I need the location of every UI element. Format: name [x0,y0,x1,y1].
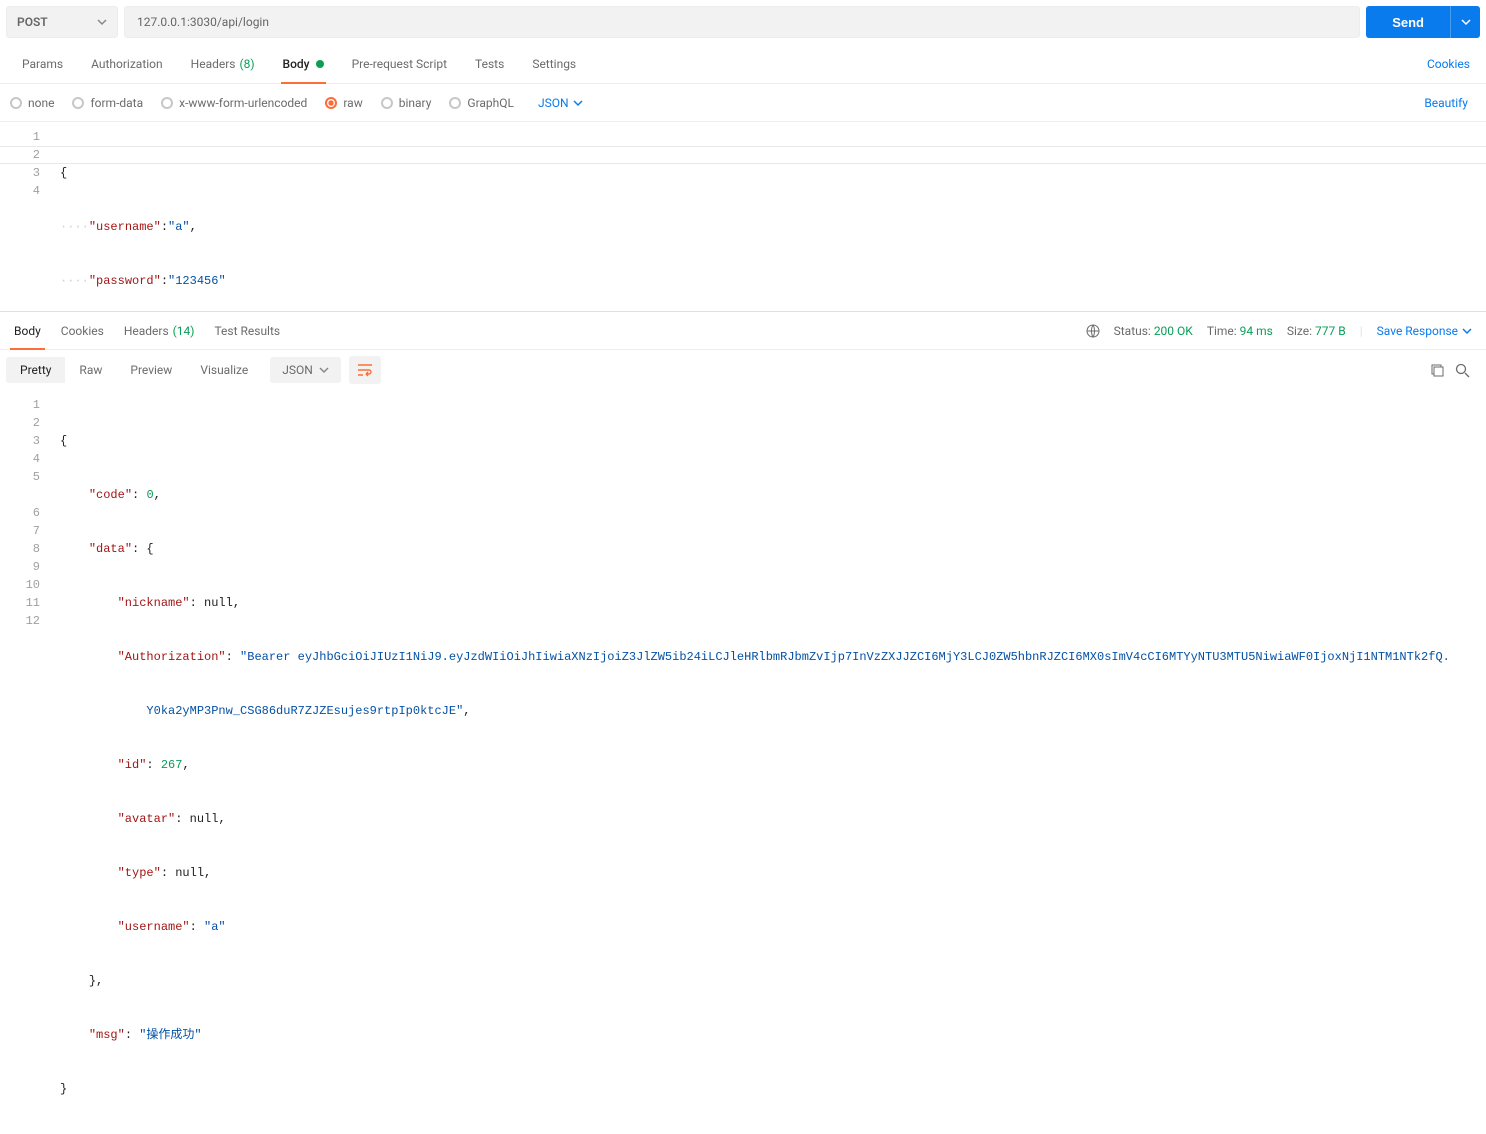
view-visualize[interactable]: Visualize [186,357,262,383]
resp-tab-tests[interactable]: Test Results [204,312,290,349]
save-response-link[interactable]: Save Response [1377,324,1472,338]
resp-format-select[interactable]: JSON [270,357,341,383]
body-graphql-radio[interactable]: GraphQL [449,96,514,110]
response-body-editor[interactable]: 123456789101112 { "code": 0, "data": { "… [0,390,1486,1134]
view-preview[interactable]: Preview [116,357,186,383]
globe-icon[interactable] [1086,324,1100,338]
body-xwww-radio[interactable]: x-www-form-urlencoded [161,96,307,110]
copy-icon[interactable] [1430,363,1445,378]
resp-tab-headers[interactable]: Headers (14) [114,312,205,349]
active-line-highlight [0,146,1486,164]
tab-prerequest[interactable]: Pre-request Script [338,44,461,83]
radio-icon [10,97,22,109]
chevron-down-icon [573,98,583,108]
beautify-link[interactable]: Beautify [1416,96,1476,110]
radio-selected-icon [325,97,337,109]
status-label: Status: 200 OK [1114,324,1193,338]
modified-dot-icon [316,60,324,68]
cookies-link[interactable]: Cookies [1419,57,1478,71]
wrap-lines-button[interactable] [349,356,381,384]
time-label: Time: 94 ms [1207,324,1273,338]
raw-format-select[interactable]: JSON [538,96,583,110]
body-raw-radio[interactable]: raw [325,96,362,110]
method-label: POST [17,15,48,29]
method-select[interactable]: POST [6,6,118,38]
size-label: Size: 777 B [1287,324,1346,338]
view-raw[interactable]: Raw [65,357,116,383]
tab-tests[interactable]: Tests [461,44,518,83]
radio-icon [72,97,84,109]
tab-headers[interactable]: Headers (8) [177,44,269,83]
radio-icon [381,97,393,109]
chevron-down-icon [1462,326,1472,336]
resp-tab-cookies[interactable]: Cookies [51,312,114,349]
search-icon[interactable] [1455,363,1470,378]
url-input[interactable]: 127.0.0.1:3030/api/login [124,6,1360,38]
wrap-icon [357,363,373,377]
tab-params[interactable]: Params [8,44,77,83]
resp-tab-body[interactable]: Body [4,312,51,349]
tab-body[interactable]: Body [269,44,338,83]
body-formdata-radio[interactable]: form-data [72,96,143,110]
body-binary-radio[interactable]: binary [381,96,432,110]
send-button[interactable]: Send [1366,6,1450,38]
radio-icon [449,97,461,109]
tab-settings[interactable]: Settings [518,44,590,83]
send-dropdown-button[interactable] [1450,6,1480,38]
tab-authorization[interactable]: Authorization [77,44,177,83]
view-pretty[interactable]: Pretty [6,357,65,383]
body-none-radio[interactable]: none [10,96,54,110]
chevron-down-icon [97,17,107,27]
view-mode-segment: Pretty Raw Preview Visualize [6,357,262,383]
line-gutter: 123456789101112 [0,390,50,1134]
request-body-editor[interactable]: 1234 { ····"username":"a", ····"password… [0,122,1486,312]
chevron-down-icon [1461,17,1471,27]
chevron-down-icon [319,365,329,375]
radio-icon [161,97,173,109]
code-area[interactable]: { "code": 0, "data": { "nickname": null,… [50,390,1486,1134]
